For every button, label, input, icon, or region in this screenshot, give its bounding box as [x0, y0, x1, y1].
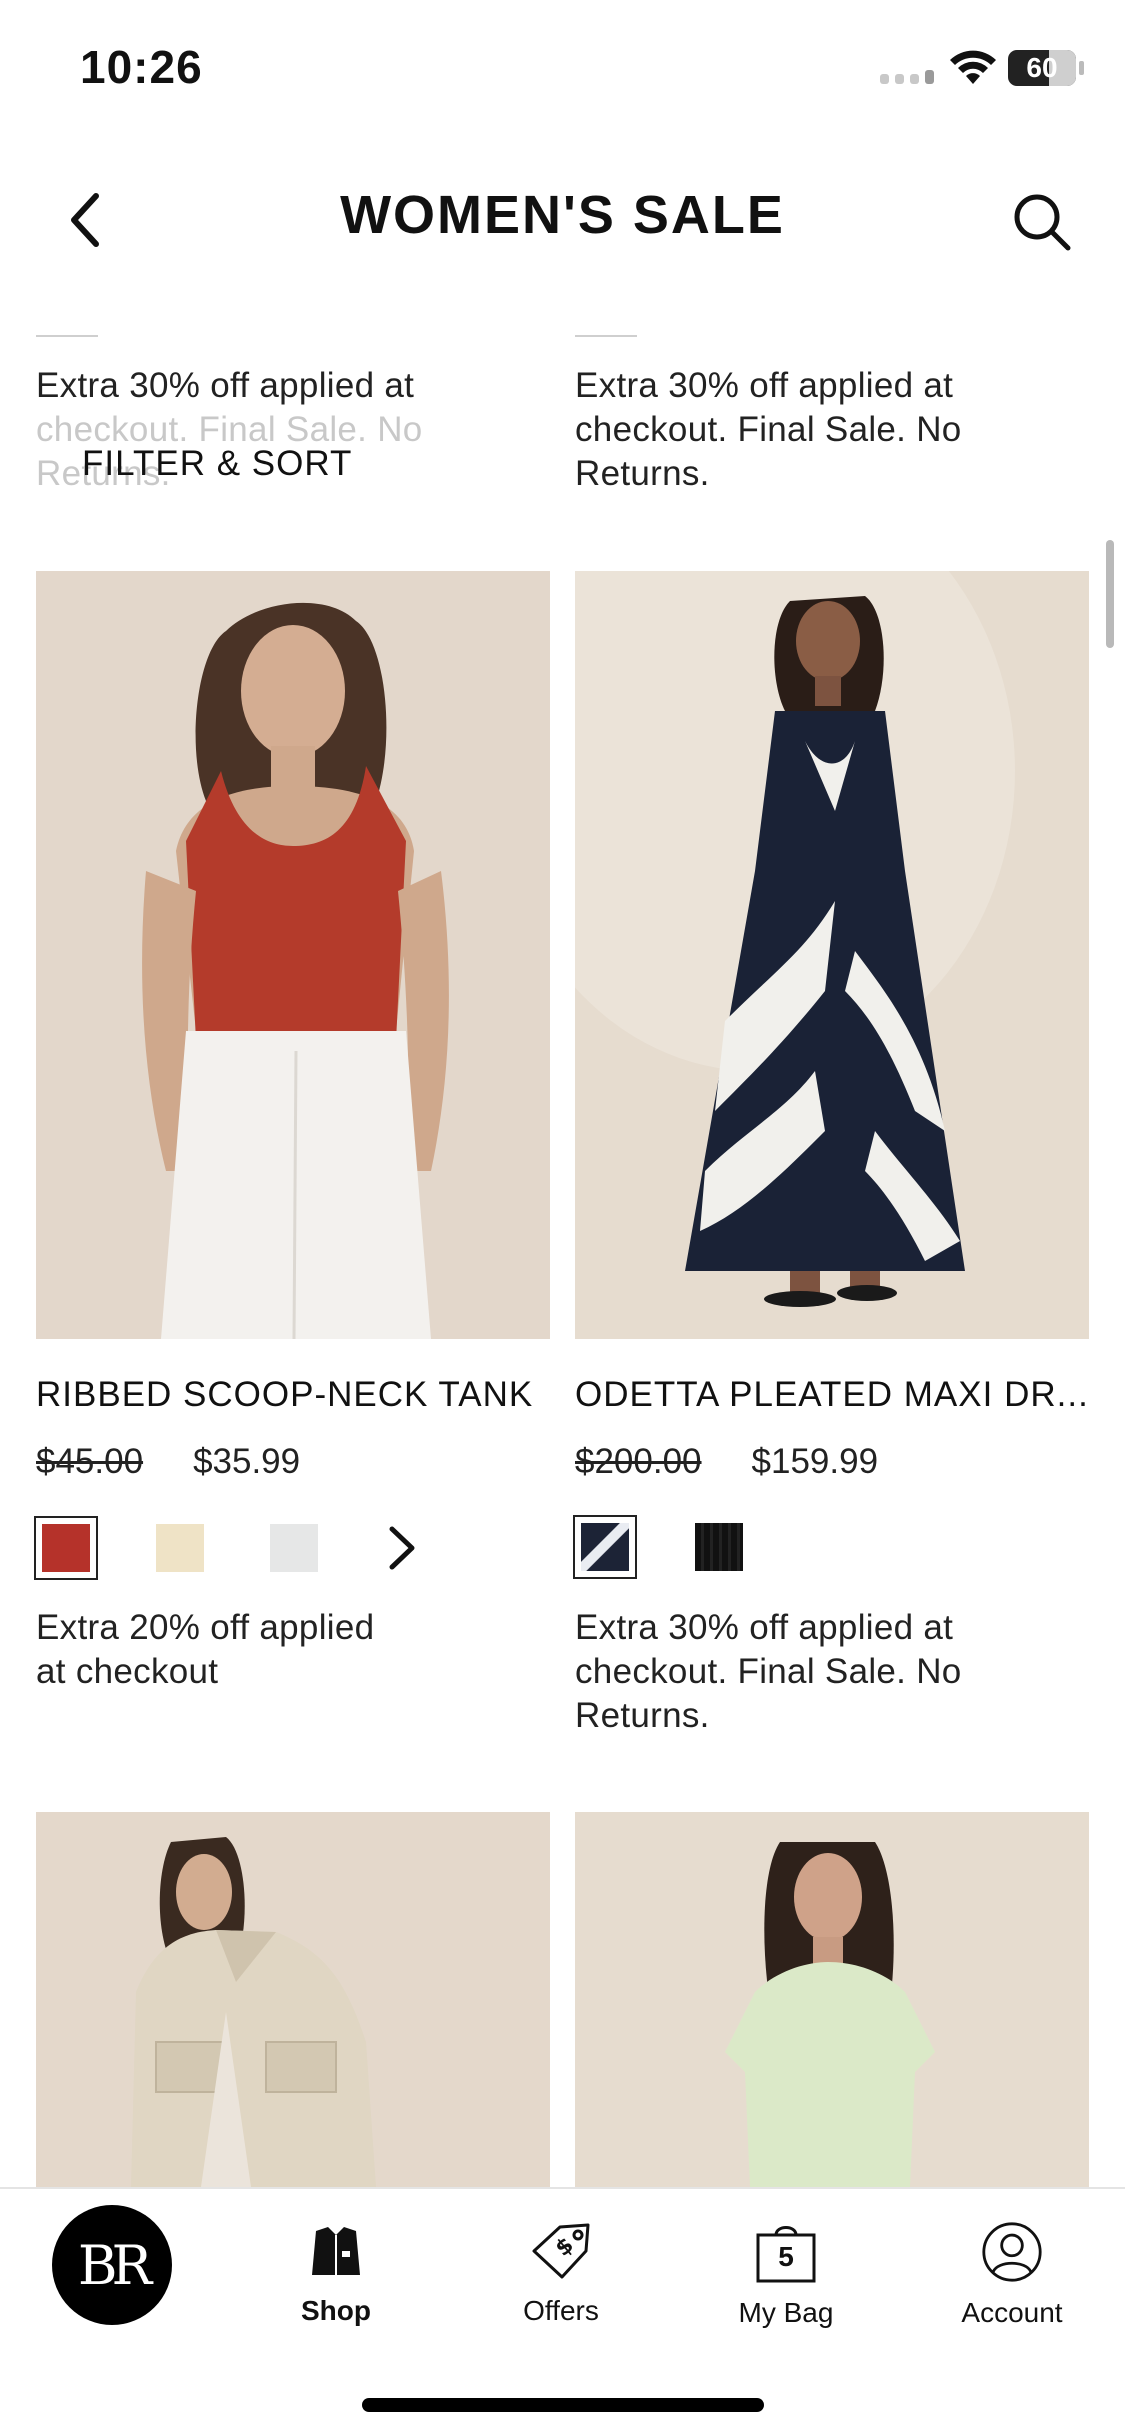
original-price: $200.00 — [575, 1442, 702, 1481]
wifi-icon — [950, 50, 996, 84]
product-grid: Extra 30% off applied at checkout. Final… — [0, 290, 1125, 2187]
color-swatch[interactable] — [156, 1524, 204, 1572]
promo-text: Extra 30% off applied at checkout. Final… — [575, 1608, 962, 1735]
account-icon — [982, 2222, 1042, 2282]
scrollbar[interactable] — [1106, 540, 1114, 648]
original-price: $45.00 — [36, 1442, 144, 1481]
color-swatch[interactable] — [34, 1516, 98, 1580]
sale-price: $159.99 — [751, 1442, 879, 1481]
divider — [36, 335, 98, 337]
color-swatch[interactable] — [695, 1523, 743, 1571]
page-header: WOMEN'S SALE — [0, 140, 1125, 290]
nav-label: Shop — [301, 2295, 371, 2326]
price-row: $45.00 $35.99 — [36, 1442, 300, 1482]
product-name[interactable]: ODETTA PLEATED MAXI DR... — [575, 1375, 1089, 1415]
promo-text: Extra 20% off applied at checkout — [36, 1608, 375, 1691]
home-indicator — [362, 2398, 764, 2412]
shop-jacket-icon — [312, 2227, 360, 2275]
battery-level: 60 — [1026, 52, 1058, 83]
bag-count-badge: 5 — [778, 2241, 794, 2272]
product-image-tank[interactable] — [36, 571, 550, 1339]
cellular-signal-icon — [880, 70, 934, 84]
nav-label: Offers — [523, 2295, 599, 2326]
product-image-tshirt-dress[interactable] — [575, 1812, 1089, 2187]
nav-account[interactable]: Account — [922, 2221, 1102, 2329]
filter-sort-button[interactable]: FILTER & SORT — [82, 444, 352, 484]
product-image-maxi-dress[interactable] — [575, 571, 1089, 1339]
color-swatches — [573, 1515, 743, 1579]
color-swatches — [34, 1516, 420, 1580]
status-time: 10:26 — [80, 41, 203, 93]
search-icon[interactable] — [1010, 190, 1074, 254]
color-swatch[interactable] — [573, 1515, 637, 1579]
nav-label: My Bag — [738, 2297, 834, 2328]
battery-icon: 60 — [1008, 50, 1084, 86]
nav-my-bag[interactable]: 5 My Bag — [696, 2221, 876, 2329]
chevron-right-icon[interactable] — [384, 1523, 420, 1573]
offer-tag-icon: $ — [532, 2223, 590, 2279]
product-image-jacket[interactable] — [36, 1812, 550, 2187]
nav-label: Account — [961, 2297, 1063, 2328]
nav-offers[interactable]: $ Offers — [471, 2221, 651, 2327]
sale-price: $35.99 — [193, 1442, 301, 1481]
status-bar: 10:26 60 — [0, 0, 1125, 140]
nav-shop[interactable]: Shop — [246, 2221, 426, 2327]
br-logo-button[interactable]: BR — [52, 2205, 172, 2325]
color-swatch[interactable] — [270, 1524, 318, 1572]
product-name[interactable]: RIBBED SCOOP-NECK TANK — [36, 1375, 533, 1415]
price-row: $200.00 $159.99 — [575, 1442, 878, 1482]
page-title: WOMEN'S SALE — [340, 185, 785, 245]
divider — [575, 335, 637, 337]
promo-text: Extra 30% off applied at checkout. Final… — [575, 366, 962, 493]
